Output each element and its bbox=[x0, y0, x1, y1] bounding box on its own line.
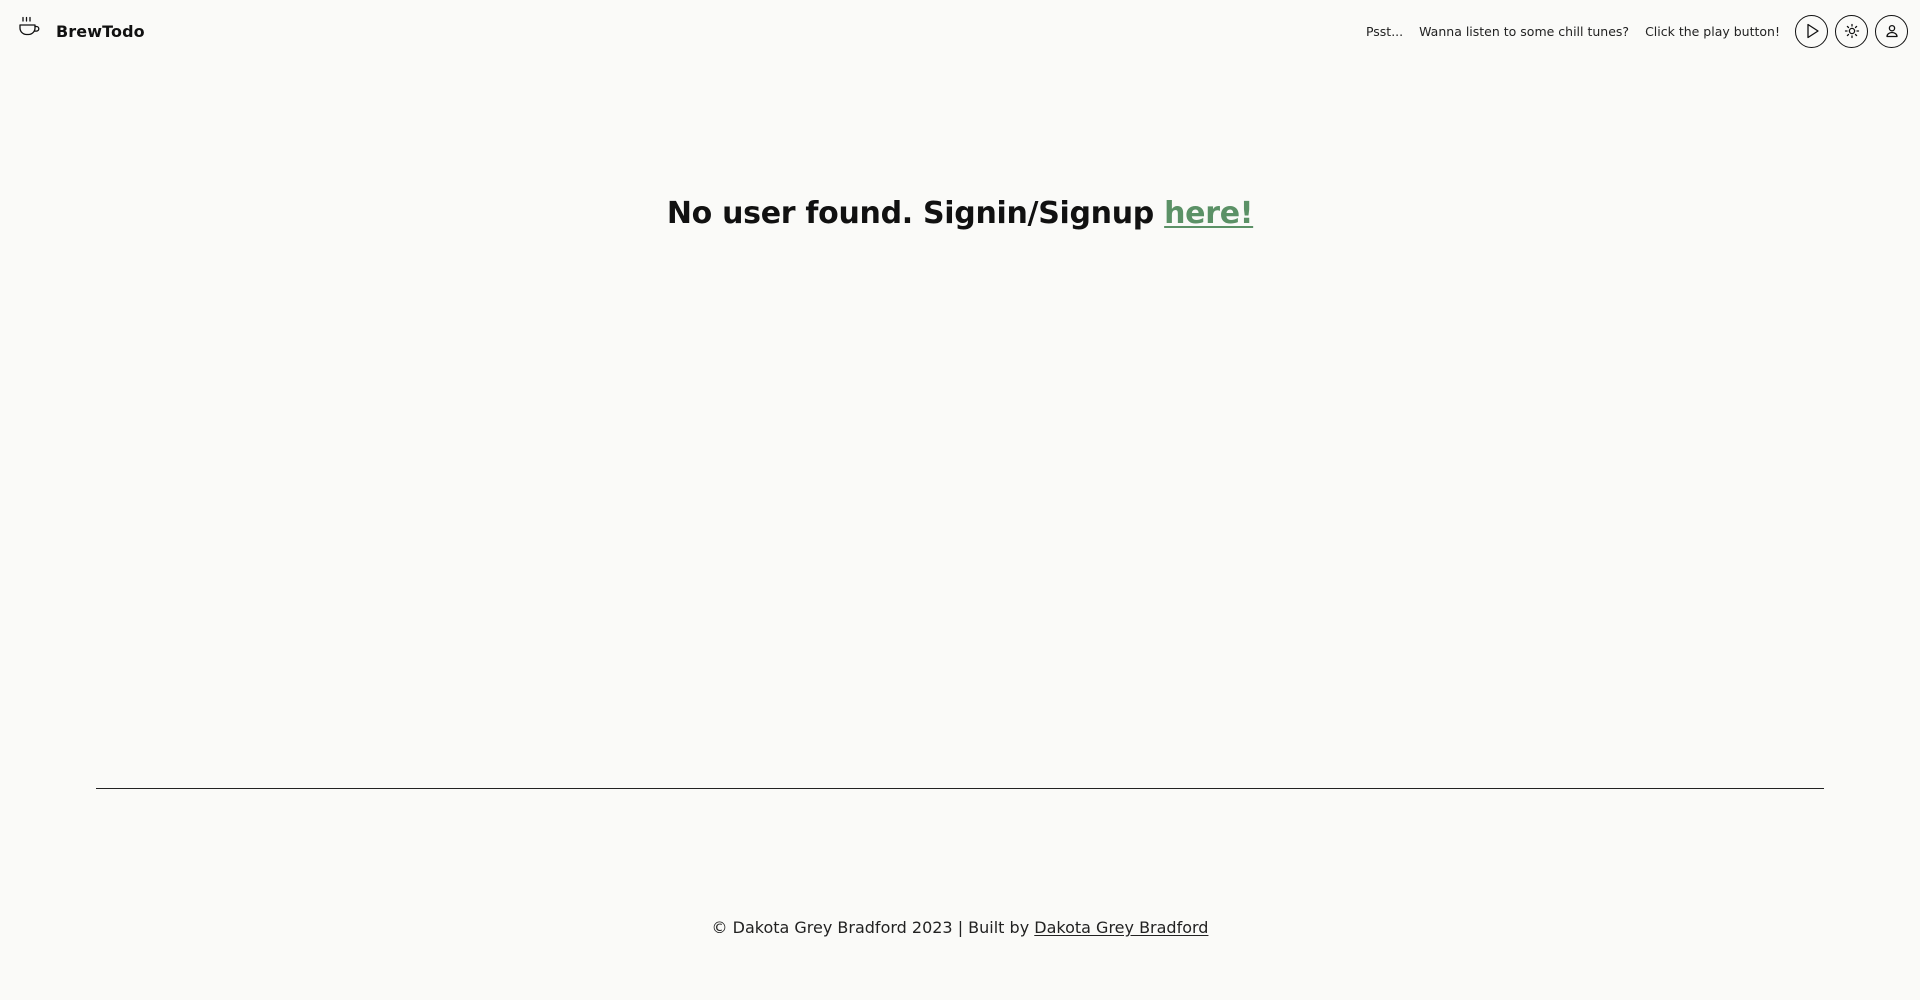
page: BrewTodo Psst... Wanna listen to some ch… bbox=[0, 0, 1920, 1000]
no-user-message: No user found. Signin/Signup here! bbox=[0, 196, 1920, 231]
footer: © Dakota Grey Bradford 2023 | Built by D… bbox=[0, 918, 1920, 937]
tip-text-3: Click the play button! bbox=[1645, 23, 1780, 39]
footer-divider bbox=[96, 788, 1824, 789]
play-icon bbox=[1803, 22, 1821, 40]
copyright-text: © Dakota Grey Bradford 2023 | Built by bbox=[711, 918, 1030, 937]
user-icon bbox=[1884, 23, 1900, 39]
tip-text-1: Psst... bbox=[1365, 23, 1404, 39]
sun-icon bbox=[1844, 23, 1860, 39]
top-navbar: BrewTodo Psst... Wanna listen to some ch… bbox=[0, 0, 1920, 62]
brand-title: BrewTodo bbox=[56, 21, 145, 41]
play-music-button[interactable] bbox=[1795, 14, 1828, 48]
tip-text-2: Wanna listen to some chill tunes? bbox=[1419, 23, 1630, 39]
theme-toggle-button[interactable] bbox=[1835, 14, 1868, 48]
coffee-cup-icon bbox=[18, 16, 40, 40]
no-user-text: No user found. Signin/Signup bbox=[666, 196, 1154, 231]
brand-link[interactable]: BrewTodo bbox=[18, 16, 145, 41]
user-account-button[interactable] bbox=[1875, 14, 1908, 48]
header-actions: Psst... Wanna listen to some chill tunes… bbox=[1365, 14, 1908, 48]
author-link[interactable]: Dakota Grey Bradford bbox=[1034, 918, 1208, 937]
signin-signup-link[interactable]: here! bbox=[1164, 196, 1253, 231]
